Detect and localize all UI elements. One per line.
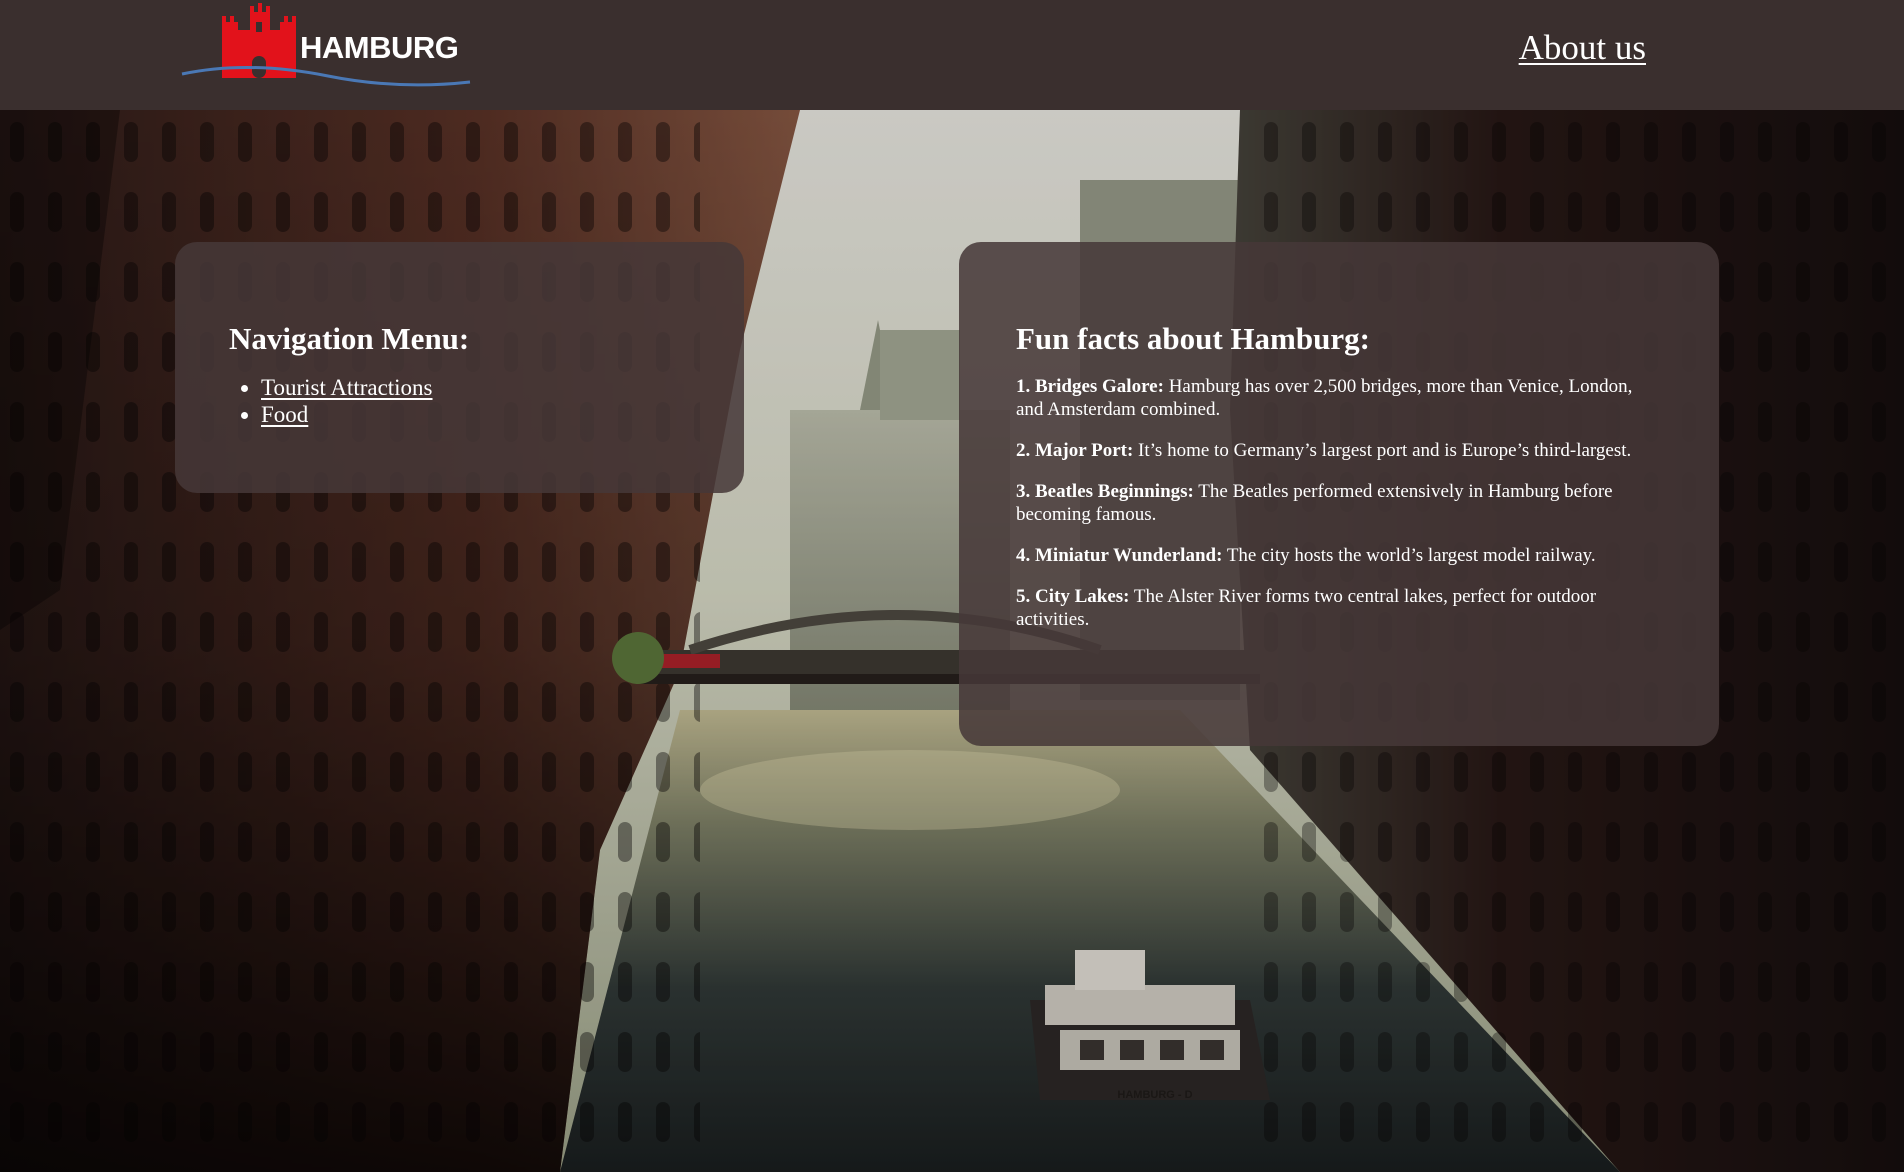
food-link[interactable]: Food [261,402,308,427]
site-logo[interactable]: HAMBURG [178,0,472,96]
navigation-menu-title: Navigation Menu: [229,321,470,356]
site-header: HAMBURG About us [0,0,1904,110]
about-us-link[interactable]: About us [1519,28,1646,68]
fact-heading: 5. City Lakes: [1016,586,1130,607]
navigation-menu-list: Tourist Attractions Food [229,374,744,428]
fact-text: It’s home to Germany’s largest port and … [1133,440,1632,461]
tourist-attractions-link[interactable]: Tourist Attractions [261,375,433,400]
navigation-menu-panel: Navigation Menu: Tourist Attractions Foo… [175,242,744,493]
fact-item: 5. City Lakes: The Alster River forms tw… [1016,585,1659,631]
nav-item-tourist-attractions: Tourist Attractions [261,374,744,401]
logo-text: HAMBURG [300,30,459,65]
fact-text: The city hosts the world’s largest model… [1222,545,1596,566]
fun-facts-title: Fun facts about Hamburg: [1016,321,1370,356]
fact-heading: 4. Miniatur Wunderland: [1016,545,1223,566]
fact-heading: 1. Bridges Galore: [1016,376,1164,397]
fact-item: 1. Bridges Galore: Hamburg has over 2,50… [1016,375,1659,421]
nav-item-food: Food [261,401,744,428]
fact-heading: 3. Beatles Beginnings: [1016,481,1194,502]
fun-facts-panel: Fun facts about Hamburg: 1. Bridges Galo… [959,242,1719,746]
fact-item: 3. Beatles Beginnings: The Beatles perfo… [1016,480,1659,526]
fact-item: 2. Major Port: It’s home to Germany’s la… [1016,439,1659,462]
fact-heading: 2. Major Port: [1016,440,1134,461]
fact-item: 4. Miniatur Wunderland: The city hosts t… [1016,544,1659,567]
